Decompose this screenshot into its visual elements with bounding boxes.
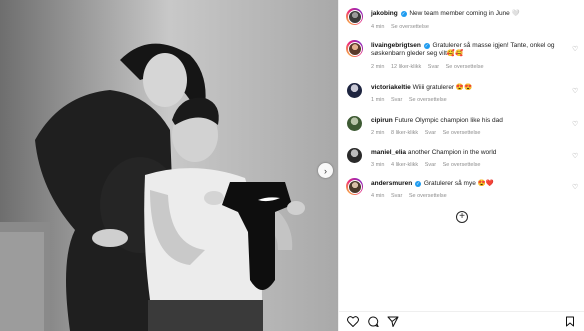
avatar[interactable] xyxy=(346,147,363,164)
comment-text: another Champion in the world xyxy=(407,149,497,156)
translate-link[interactable]: Se oversettelse xyxy=(443,162,481,168)
translate-link[interactable]: Se oversettelse xyxy=(391,24,429,30)
reply-button[interactable]: Svar xyxy=(391,97,402,103)
avatar[interactable] xyxy=(346,40,363,57)
comment-username[interactable]: livaingebrigtsen xyxy=(371,42,421,49)
heart-icon[interactable]: ♡ xyxy=(572,152,578,160)
post-action-bar xyxy=(339,311,584,329)
verified-badge-icon: ✓ xyxy=(415,181,421,187)
heart-icon[interactable]: ♡ xyxy=(572,45,578,53)
heart-icon[interactable]: ♡ xyxy=(572,87,578,95)
heart-icon[interactable]: ♡ xyxy=(572,120,578,128)
heart-icon[interactable] xyxy=(347,316,359,327)
reply-button[interactable]: Svar xyxy=(425,162,436,168)
comment-text: Future Olympic champion like his dad xyxy=(394,117,503,124)
caption-username[interactable]: jakobing xyxy=(371,10,398,17)
avatar[interactable] xyxy=(346,115,363,132)
translate-link[interactable]: Se oversettelse xyxy=(409,97,447,103)
comment-likes[interactable]: 12 liker-klikk xyxy=(391,64,421,70)
comment-username[interactable]: cipirun xyxy=(371,117,393,124)
plus-circle-icon: + xyxy=(459,211,465,222)
comment-time[interactable]: 2 min xyxy=(371,64,384,70)
bookmark-icon[interactable] xyxy=(565,316,575,327)
avatar[interactable] xyxy=(346,82,363,99)
heart-icon[interactable]: ♡ xyxy=(572,183,578,191)
comment-username[interactable]: victoriakeltie xyxy=(371,84,411,91)
comment-text: Wiiii gratulerer 😍😍 xyxy=(412,84,473,91)
translate-link[interactable]: Se oversettelse xyxy=(443,130,481,136)
comment-username[interactable]: maniel_elia xyxy=(371,149,406,156)
reply-button[interactable]: Svar xyxy=(425,130,436,136)
chevron-right-icon: › xyxy=(324,165,327,176)
translate-link[interactable]: Se oversettelse xyxy=(409,193,447,199)
caption-text: New team member coming in June 🤍 xyxy=(409,10,520,17)
post-image[interactable]: › xyxy=(0,0,338,331)
next-photo-button[interactable]: › xyxy=(318,163,333,178)
comment-time[interactable]: 4 min xyxy=(371,193,384,199)
caption-time[interactable]: 4 min xyxy=(371,24,384,30)
comment-likes[interactable]: 4 liker-klikk xyxy=(391,162,418,168)
load-more-comments-button[interactable]: + xyxy=(456,211,468,223)
comment-time[interactable]: 1 min xyxy=(371,97,384,103)
verified-badge-icon: ✓ xyxy=(400,11,407,17)
reply-button[interactable]: Svar xyxy=(428,64,439,70)
comment-time[interactable]: 3 min xyxy=(371,162,384,168)
comment-text: Gratulerer så mye 😍❤️ xyxy=(423,180,494,187)
comment-likes[interactable]: 8 liker-klikk xyxy=(391,130,418,136)
comment-username[interactable]: andersmuren xyxy=(371,180,412,187)
comments-panel: jakobing ✓ New team member coming in Jun… xyxy=(338,0,584,331)
avatar[interactable] xyxy=(346,8,363,25)
post-photo xyxy=(0,0,338,331)
share-icon[interactable] xyxy=(387,316,399,327)
translate-link[interactable]: Se oversettelse xyxy=(446,64,484,70)
comment-time[interactable]: 2 min xyxy=(371,130,384,136)
avatar[interactable] xyxy=(346,178,363,195)
reply-button[interactable]: Svar xyxy=(391,193,402,199)
verified-badge-icon: ✓ xyxy=(423,43,430,49)
comment-icon[interactable] xyxy=(367,316,379,327)
